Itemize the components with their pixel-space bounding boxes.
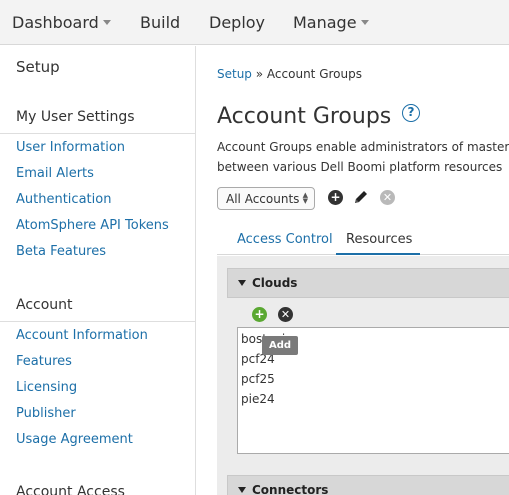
nav-build-label: Build [140, 13, 181, 32]
main-content: Setup » Account Groups Account Groups ? … [197, 46, 509, 495]
account-select[interactable]: All Accounts ▲ ▼ [217, 187, 315, 210]
sidebar-item-email-alerts[interactable]: Email Alerts [16, 166, 94, 181]
account-select-value: All Accounts [226, 192, 300, 206]
sidebar-heading-my-user-settings: My User Settings [16, 109, 135, 125]
nav-manage[interactable]: Manage [293, 13, 369, 32]
sidebar-item-usage-agreement[interactable]: Usage Agreement [16, 432, 133, 447]
add-icon[interactable]: + [328, 190, 343, 205]
nav-build[interactable]: Build [140, 13, 180, 32]
connectors-section-label: Connectors [252, 483, 329, 495]
nav-dashboard-label: Dashboard [12, 13, 99, 32]
page-description-line-1: Account Groups enable administrators of … [217, 140, 509, 154]
add-cloud-icon[interactable]: + [252, 307, 267, 322]
cloud-list-item[interactable]: pcf25 [241, 372, 275, 386]
setup-sidebar: Setup My User Settings User Information … [0, 46, 196, 495]
breadcrumb-separator: » [251, 67, 267, 81]
resources-panel: Clouds + ✕ bostoni pcf24 pcf25 pie24 Add… [217, 256, 509, 495]
sidebar-item-beta-features[interactable]: Beta Features [16, 244, 106, 259]
sidebar-divider [0, 133, 195, 134]
chevron-down-icon [360, 20, 369, 25]
remove-cloud-icon[interactable]: ✕ [278, 307, 293, 322]
sidebar-item-account-information[interactable]: Account Information [16, 328, 148, 343]
sidebar-item-user-information[interactable]: User Information [16, 140, 125, 155]
sidebar-heading-account: Account [16, 297, 73, 313]
help-icon[interactable]: ? [402, 104, 420, 122]
page-title: Account Groups [217, 104, 392, 129]
sidebar-item-authentication[interactable]: Authentication [16, 192, 111, 207]
sidebar-divider [0, 321, 195, 322]
connectors-section-header[interactable]: Connectors [227, 475, 509, 495]
sidebar-item-publisher[interactable]: Publisher [16, 406, 76, 421]
active-tab-indicator [336, 253, 420, 255]
nav-deploy[interactable]: Deploy [209, 13, 265, 32]
collapse-triangle-icon [238, 280, 246, 286]
chevron-down-icon [102, 20, 111, 25]
page-description-line-2: between various Dell Boomi platform reso… [217, 160, 503, 174]
breadcrumb: Setup » Account Groups [217, 67, 362, 81]
cloud-list-item[interactable]: pie24 [241, 392, 275, 406]
breadcrumb-current: Account Groups [266, 67, 362, 81]
sidebar-heading-account-access: Account Access [16, 484, 125, 495]
select-arrows-icon: ▲ ▼ [302, 191, 308, 205]
top-nav-bar: Dashboard Build Deploy Manage [0, 0, 509, 45]
clouds-section-label: Clouds [252, 276, 298, 290]
tab-access-control[interactable]: Access Control [237, 232, 333, 247]
delete-icon[interactable]: ✕ [380, 190, 395, 205]
collapse-triangle-icon [238, 487, 246, 493]
nav-dashboard[interactable]: Dashboard [12, 13, 111, 32]
sidebar-title: Setup [16, 58, 60, 76]
nav-deploy-label: Deploy [209, 13, 266, 32]
breadcrumb-setup-link[interactable]: Setup [217, 67, 252, 81]
sidebar-item-features[interactable]: Features [16, 354, 72, 369]
sidebar-item-api-tokens[interactable]: AtomSphere API Tokens [16, 218, 169, 233]
edit-pencil-icon[interactable] [353, 189, 369, 205]
clouds-section-header[interactable]: Clouds [227, 268, 509, 298]
nav-manage-label: Manage [293, 13, 357, 32]
tab-resources[interactable]: Resources [346, 232, 412, 247]
sidebar-item-licensing[interactable]: Licensing [16, 380, 77, 395]
add-tooltip: Add [262, 336, 298, 355]
